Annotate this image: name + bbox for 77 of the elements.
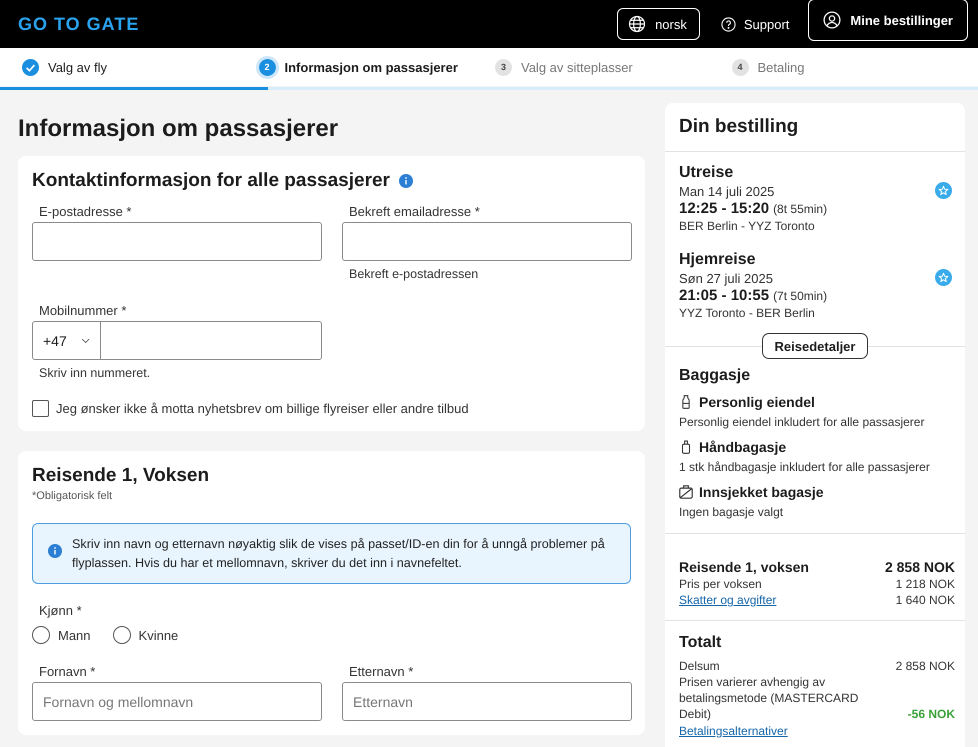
- radio-button[interactable]: [32, 626, 50, 644]
- section-title: Totalt: [679, 633, 722, 653]
- notice-text: Skriv inn navn og etternavn nøyaktig slik de vises på passet/ID-en din for å unngå problemer på flyplassen. Hvis du har et mellomnavn, skriver du det inn i navnefeltet.: [72, 536, 606, 572]
- payment-options-link[interactable]: Betalingsalternativer: [679, 724, 788, 739]
- price-label: Prisen varierer avhengig av betalingsmetode (MASTERCARD Debit): [679, 674, 860, 722]
- last-name-field[interactable]: Etternavn: [342, 682, 632, 721]
- required-note: *Obligatorisk felt: [32, 489, 114, 503]
- card-title: Kontaktinformasjon for alle passasjerer: [32, 169, 390, 193]
- my-bookings-button[interactable]: Mine bestillinger: [808, 0, 968, 41]
- step-label: Valg av fly: [48, 60, 108, 74]
- radio-label: Kvinne: [138, 628, 178, 642]
- flight-heading: Hjemreise: [679, 250, 756, 270]
- taxes-link[interactable]: Skatter og avgifter: [679, 592, 776, 608]
- radio-button[interactable]: [112, 626, 131, 644]
- step-number: 2: [256, 56, 278, 78]
- step-number: 4: [732, 58, 748, 76]
- price-total: 2 858 NOK: [884, 558, 955, 576]
- first-name-field[interactable]: Fornavn og mellomnavn: [32, 682, 322, 721]
- section-title: Baggasje: [679, 366, 752, 386]
- field-label: Bekreft emailadresse *: [348, 204, 481, 220]
- price-label: Delsum: [679, 658, 721, 674]
- info-icon: [48, 544, 62, 558]
- phone-field[interactable]: [101, 321, 322, 360]
- price-amount: 2 858 NOK: [896, 658, 955, 674]
- flight-date: Man 14 juli 2025: [679, 183, 776, 200]
- price-label: Pris per voksen: [679, 576, 762, 592]
- flight-heading: Utreise: [679, 163, 734, 183]
- radio-label: Mann: [58, 628, 91, 642]
- checkbox-label: Jeg ønsker ikke å motta nyhetsbrev om billige flyreiser eller andre tilbud: [56, 401, 469, 416]
- country-code-select[interactable]: +47: [32, 321, 101, 360]
- flight-route: BER Berlin - YYZ Toronto: [679, 218, 816, 234]
- field-label: E-postadresse *: [38, 204, 132, 220]
- flight-times: 12:25 - 15:20: [679, 200, 770, 218]
- baggage-description: Ingen bagasje valgt: [679, 504, 784, 520]
- field-label: Etternavn *: [348, 664, 414, 680]
- user-icon: [823, 11, 842, 29]
- confirm-email-field[interactable]: [342, 222, 632, 261]
- chevron-down-icon: [80, 336, 90, 344]
- flight-route: YYZ Toronto - BER Berlin: [679, 305, 816, 321]
- field-hint: Skriv inn nummeret.: [38, 365, 152, 381]
- flight-date: Søn 27 juli 2025: [679, 270, 774, 287]
- checkbox[interactable]: [32, 400, 49, 417]
- luggage-icon: [679, 440, 693, 454]
- help-icon: [720, 16, 736, 32]
- step-label: Betaling: [758, 60, 804, 74]
- step-label: Informasjon om passasjerer: [284, 60, 458, 74]
- crossed-suitcase-icon: [679, 485, 693, 499]
- price-title: Reisende 1, voksen: [679, 558, 809, 576]
- field-label: Kjønn *: [38, 603, 83, 619]
- field-label: Fornavn *: [38, 664, 96, 680]
- travel-details-button[interactable]: Reisedetaljer: [762, 333, 868, 359]
- info-icon: [398, 174, 413, 188]
- star-badge-icon: [935, 182, 952, 199]
- baggage-description: Personlig eiendel inkludert for alle passasjerer: [679, 414, 926, 430]
- baggage-name: Håndbagasje: [699, 438, 786, 456]
- globe-icon: [628, 15, 646, 33]
- discount-amount: -56 NOK: [908, 706, 955, 722]
- email-field[interactable]: [32, 222, 322, 261]
- flight-duration: (8t 55min): [773, 201, 828, 218]
- logo[interactable]: GO TO GATE: [18, 14, 140, 34]
- card-title: Reisende 1, Voksen: [32, 464, 210, 488]
- price-amount: 1 218 NOK: [896, 576, 955, 592]
- baggage-name: Personlig eiendel: [699, 393, 815, 411]
- step-number: 3: [495, 58, 512, 76]
- field-label: Mobilnummer *: [38, 303, 128, 319]
- field-hint: Bekreft e-postadressen: [348, 266, 480, 282]
- baggage-description: 1 stk håndbagasje inkludert for alle passasjerer: [679, 459, 931, 475]
- star-badge-icon: [935, 269, 952, 286]
- flight-times: 21:05 - 10:55: [679, 287, 770, 305]
- language-button[interactable]: norsk: [617, 8, 700, 40]
- baggage-name: Innsjekket bagasje: [699, 483, 824, 501]
- step-label: Valg av sitteplasser: [521, 60, 633, 74]
- support-link[interactable]: Support: [720, 16, 790, 32]
- price-amount: 1 640 NOK: [896, 592, 955, 608]
- page-title: Informasjon om passasjerer: [18, 115, 340, 143]
- flight-duration: (7t 50min): [773, 288, 828, 305]
- summary-title: Din bestilling: [679, 116, 798, 138]
